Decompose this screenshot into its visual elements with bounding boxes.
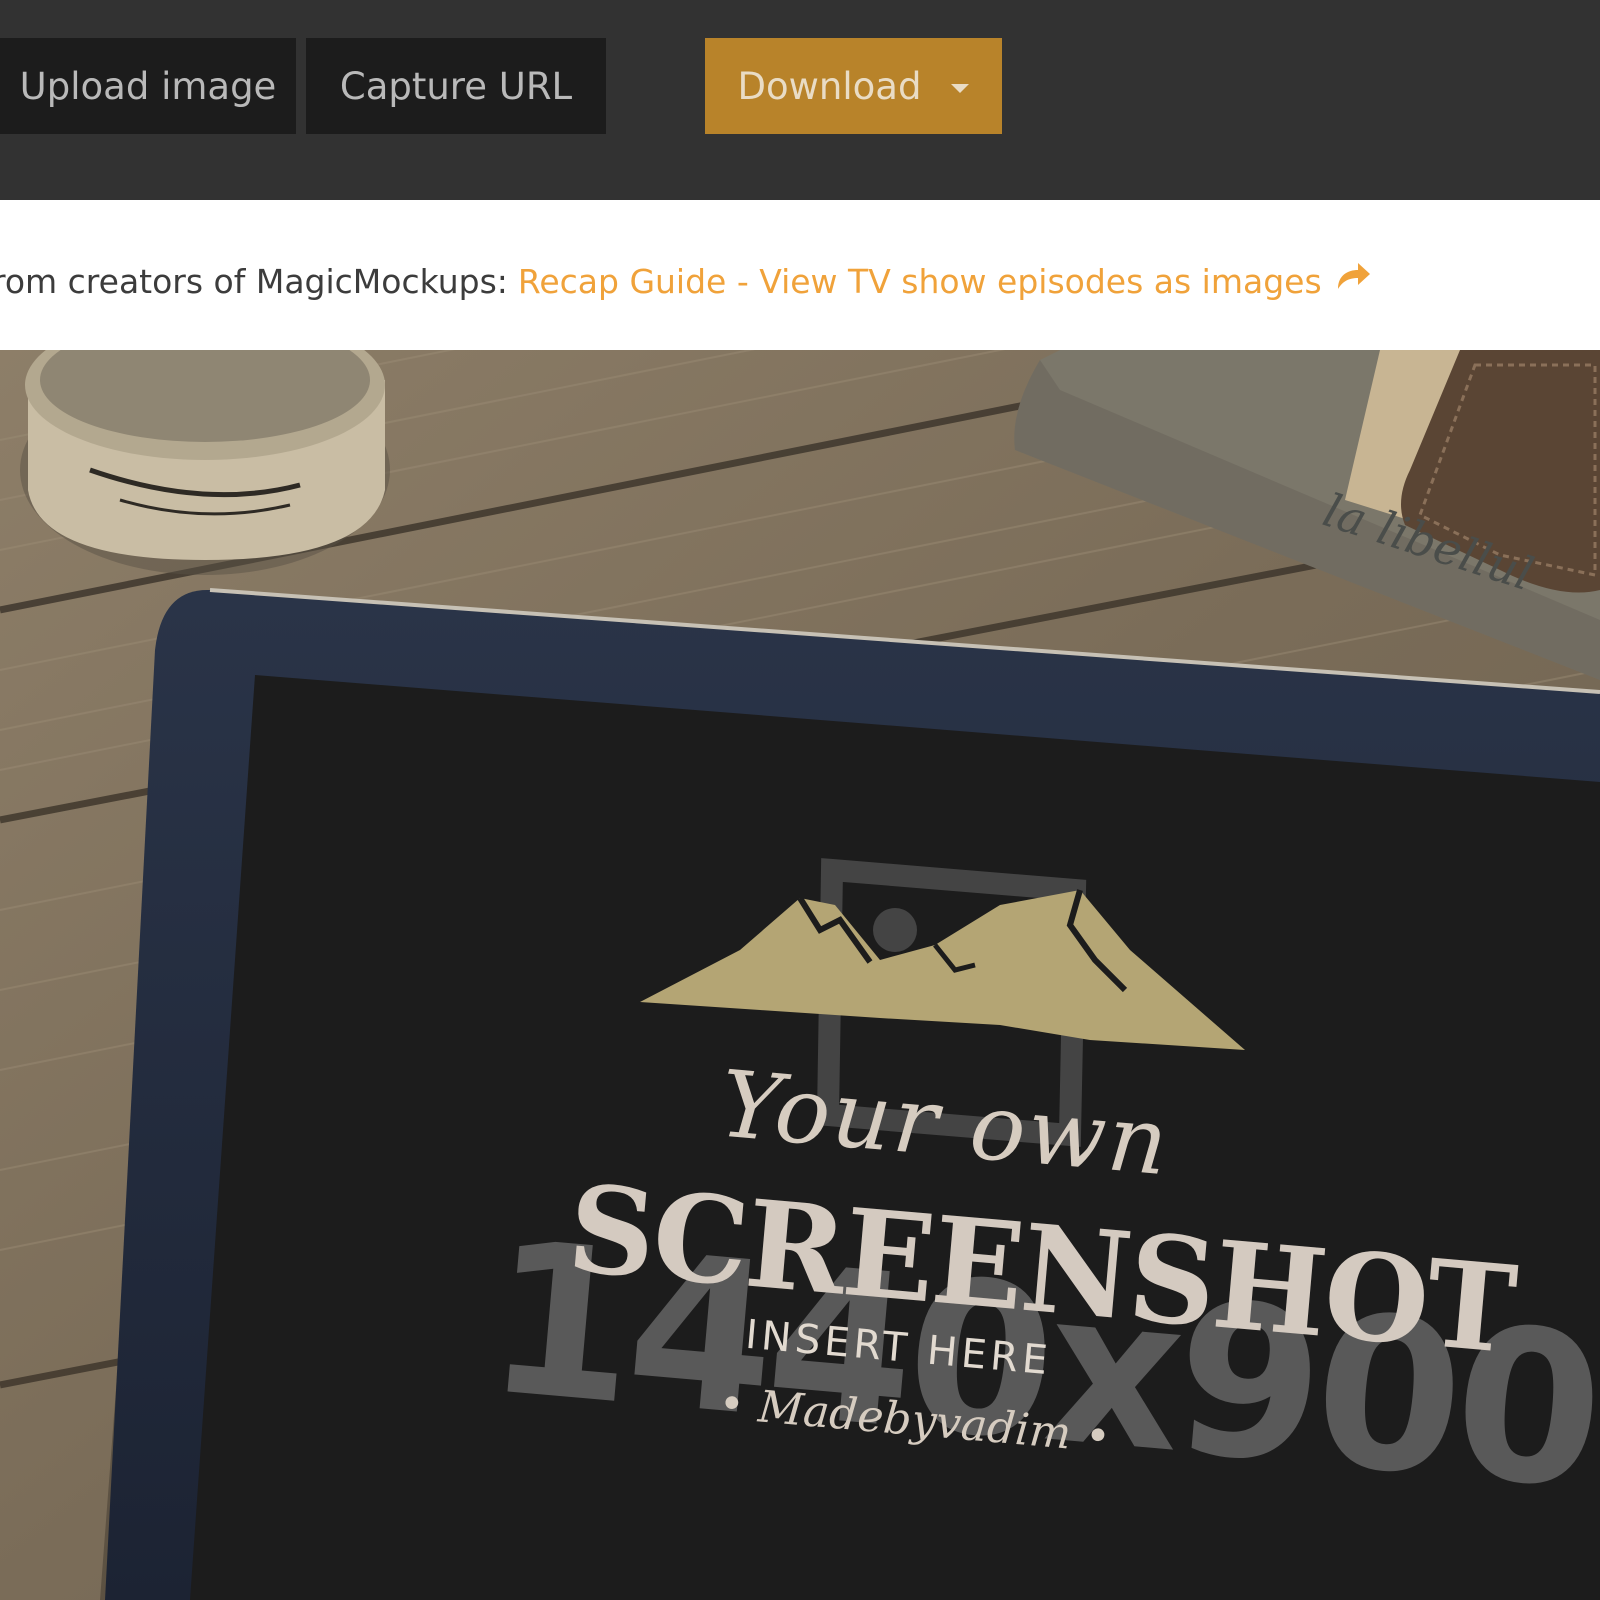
- upload-image-button[interactable]: Upload image: [0, 38, 296, 134]
- promo-banner: rom creators of MagicMockups: Recap Guide…: [0, 200, 1600, 350]
- toolbar: Upload image Capture URL Download: [0, 0, 1600, 200]
- caret-down-icon: [951, 83, 970, 93]
- download-label: Download: [737, 64, 922, 108]
- mockup-preview[interactable]: la libellul 1440x900 Your own SCREENSHOT…: [0, 350, 1600, 1600]
- promo-link[interactable]: Recap Guide - View TV show episodes as i…: [518, 262, 1322, 301]
- capture-url-label: Capture URL: [339, 64, 573, 108]
- upload-image-label: Upload image: [19, 64, 277, 108]
- share-arrow-icon[interactable]: [1334, 260, 1372, 299]
- mockup-scene-graphic: [0, 350, 1600, 1600]
- capture-url-button[interactable]: Capture URL: [306, 38, 606, 134]
- promo-text: rom creators of MagicMockups:: [0, 262, 508, 301]
- jar-graphic: [20, 350, 390, 575]
- download-button[interactable]: Download: [705, 38, 1002, 134]
